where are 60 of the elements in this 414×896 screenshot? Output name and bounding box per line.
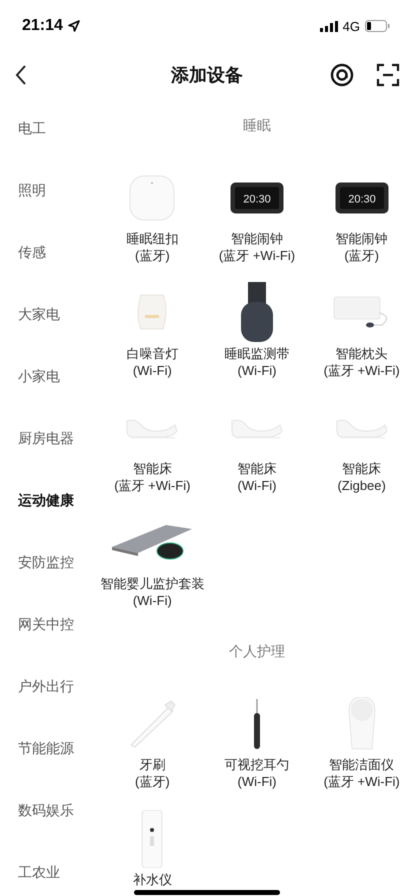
device-name[interactable]: 智能床 — [237, 460, 276, 477]
connection-type: (蓝牙) — [134, 773, 170, 790]
category-item[interactable]: 户外出行 — [18, 678, 74, 694]
connection-type: (Wi-Fi) — [132, 592, 172, 609]
at-sign-icon[interactable] — [330, 62, 354, 86]
section-title: 睡眠 — [243, 117, 271, 135]
connection-type: (蓝牙) — [134, 247, 170, 264]
connection-type: (蓝牙 +Wi-Fi) — [114, 477, 190, 494]
back-button[interactable] — [14, 64, 28, 86]
device-name[interactable]: 智能闹钟 — [230, 230, 283, 247]
connection-type: (Wi-Fi) — [238, 773, 276, 790]
mist-sprayer-drawing — [141, 810, 164, 868]
category-item[interactable]: 节能能源 — [18, 740, 74, 756]
network-label: 4G — [342, 18, 360, 34]
device-name[interactable]: 睡眠监测带 — [224, 345, 290, 362]
bed-drawing — [230, 417, 284, 439]
category-item[interactable]: 照明 — [18, 182, 46, 198]
device-name[interactable]: 白噪音灯 — [126, 345, 178, 362]
round-device-drawing — [129, 175, 176, 221]
device-name[interactable]: 智能枕头 — [336, 345, 388, 362]
category-item[interactable]: 厨房电器 — [18, 430, 74, 446]
location-arrow-icon — [68, 20, 80, 32]
connection-type: (Wi-Fi) — [238, 477, 276, 494]
ear-pick-drawing — [252, 699, 262, 749]
page-title: 添加设备 — [171, 64, 243, 86]
connection-type: (蓝牙 +Wi-Fi) — [324, 773, 400, 790]
clock-time: 21:14 — [22, 17, 63, 35]
category-item[interactable]: 大家电 — [18, 306, 60, 322]
bed-drawing — [334, 417, 389, 439]
category-item[interactable]: 运动健康 — [18, 492, 74, 508]
category-item[interactable]: 电工 — [18, 120, 46, 136]
bed-drawing — [125, 417, 180, 439]
connection-type: (Wi-Fi) — [132, 362, 172, 379]
battery-icon — [365, 20, 390, 32]
signal-icon — [320, 20, 338, 32]
category-item[interactable]: 数码娱乐 — [18, 802, 74, 818]
section-title: 个人护理 — [229, 643, 285, 661]
device-name[interactable]: 智能床 — [132, 460, 172, 477]
category-item[interactable]: 安防监控 — [18, 554, 74, 570]
category-item[interactable]: 小家电 — [18, 368, 60, 384]
device-name[interactable]: 智能婴儿监护套装 — [100, 575, 204, 592]
device-name[interactable]: 睡眠纽扣 — [126, 230, 178, 247]
sleep-band-drawing — [238, 282, 275, 344]
device-name[interactable]: 智能床 — [342, 460, 382, 477]
alarm-clock-drawing: 20:30 — [334, 182, 389, 214]
alarm-clock-drawing: 20:30 — [230, 182, 284, 214]
device-name[interactable]: 牙刷 — [139, 756, 166, 773]
connection-type: (蓝牙 +Wi-Fi) — [218, 247, 296, 264]
category-item[interactable]: 工农业 — [18, 864, 60, 880]
connection-type: (Zigbee) — [337, 477, 386, 494]
category-item[interactable]: 传感 — [18, 244, 46, 260]
device-name[interactable]: 补水仪 — [132, 871, 172, 888]
device-name[interactable]: 智能闹钟 — [336, 230, 388, 247]
connection-type: (蓝牙 +Wi-Fi) — [324, 362, 400, 379]
scan-icon[interactable] — [376, 62, 400, 86]
connection-type: (蓝牙) — [344, 247, 379, 264]
category-item[interactable]: 网关中控 — [18, 616, 74, 632]
connection-type: (Wi-Fi) — [238, 362, 276, 379]
device-name[interactable]: 可视挖耳勺 — [224, 756, 290, 773]
device-name[interactable]: 智能洁面仪 — [329, 756, 394, 773]
